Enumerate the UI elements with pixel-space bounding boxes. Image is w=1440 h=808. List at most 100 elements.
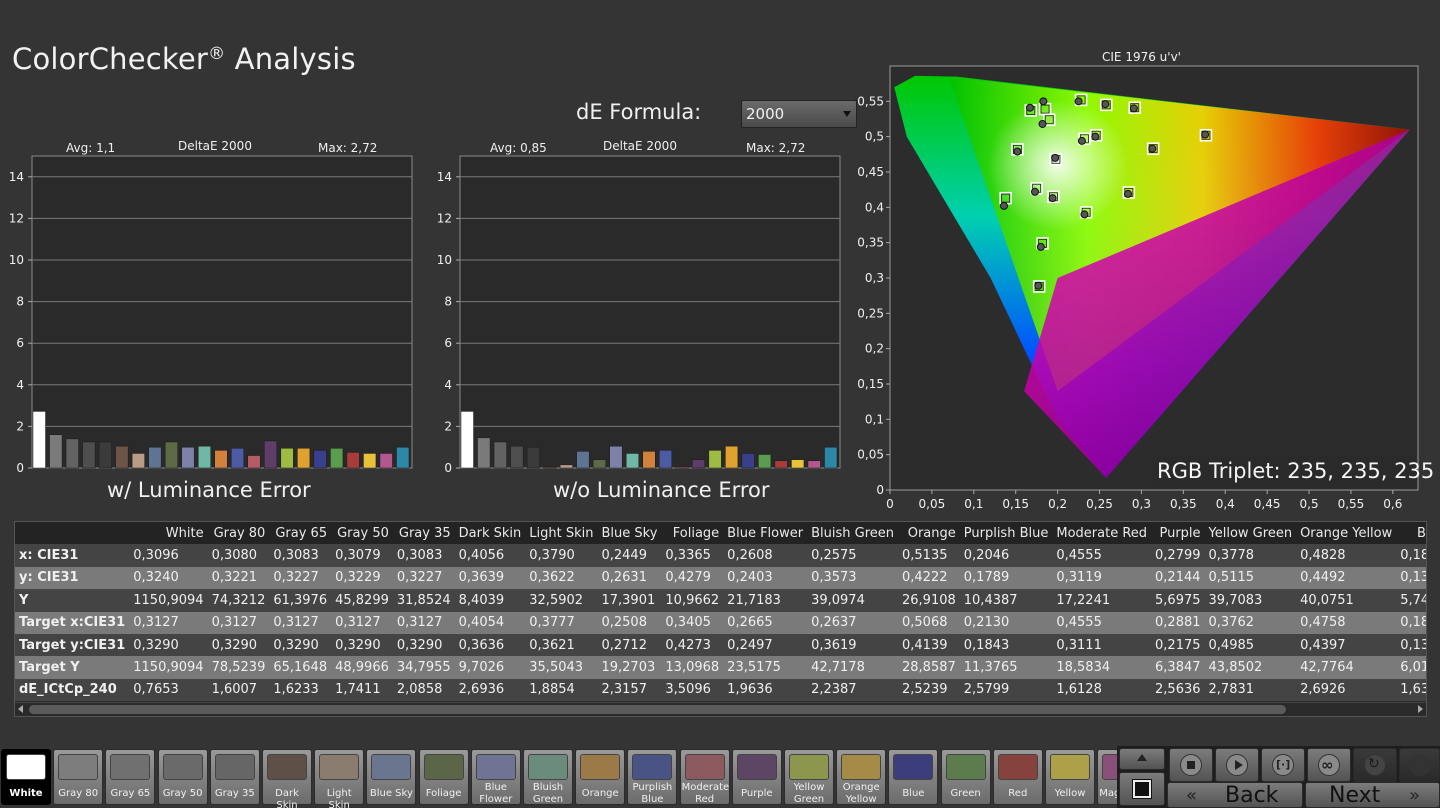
patch-button[interactable]: Gray 65	[105, 749, 156, 805]
patch-button[interactable]: Blue Flower	[470, 749, 521, 805]
column-header[interactable]: Gray 35	[393, 522, 455, 544]
table-cell: 23,5175	[727, 660, 781, 676]
table-cell: 0,4985	[1208, 637, 1255, 653]
column-header[interactable]: Blue	[1396, 522, 1426, 544]
patch-button[interactable]: Red	[992, 749, 1043, 805]
column-header[interactable]: Gray 50	[331, 522, 393, 544]
column-header[interactable]: Light Skin	[525, 522, 597, 544]
horizontal-scrollbar[interactable]	[15, 702, 1426, 716]
column-header[interactable]: Purple	[1151, 522, 1205, 544]
table-cell: 6,3847	[1155, 660, 1201, 676]
table-cell: 0,3096	[133, 548, 179, 564]
patch-swatch	[267, 754, 307, 780]
back-button[interactable]: « Back	[1167, 782, 1303, 808]
patch-button[interactable]: Orange Yellow	[836, 749, 887, 805]
read-button[interactable]: [·]	[1261, 748, 1305, 782]
table-cell: 0,5135	[902, 548, 948, 564]
patch-button[interactable]: Purple	[731, 749, 782, 805]
table-row: Target x:CIE31 0,3127 0,3127 0,3127 0,3127 0,…	[15, 611, 1426, 634]
bar	[493, 441, 507, 469]
measured-point	[1034, 281, 1043, 290]
column-header[interactable]: Blue Flower	[723, 522, 807, 544]
bar	[82, 441, 96, 469]
stop-measure-button[interactable]	[1169, 748, 1213, 782]
patch-button[interactable]: Dark Skin	[262, 749, 312, 808]
extra-circle-icon	[1408, 754, 1431, 776]
y-tick-label: 0,4	[865, 200, 884, 214]
table-cell: 1,9636	[727, 682, 773, 698]
column-header[interactable]: Yellow Green	[1205, 522, 1297, 544]
patch-swatch	[893, 754, 934, 780]
patch-button[interactable]: Orange	[575, 749, 626, 805]
patch-button[interactable]: Blue	[888, 749, 939, 805]
table-cell: 1,6128	[1056, 682, 1102, 698]
table-cell: 0,1838	[1400, 548, 1426, 564]
patch-button[interactable]: Mag	[1097, 749, 1120, 805]
table-cell: 45,8299	[335, 592, 389, 608]
patch-button[interactable]: Gray 35	[209, 749, 260, 805]
patch-button[interactable]: Yellow Green	[784, 749, 834, 805]
patch-button[interactable]: Yellow	[1045, 749, 1095, 805]
table-cell: 0,4758	[1300, 615, 1346, 631]
scroll-left-icon[interactable]	[18, 705, 23, 713]
column-header[interactable]: Foliage	[661, 522, 723, 544]
patch-swatch	[528, 754, 568, 780]
scrollbar-thumb[interactable]	[29, 705, 1286, 714]
refresh-button[interactable]: ↻	[1353, 748, 1397, 782]
table-cell: 28,8587	[902, 660, 956, 676]
column-header[interactable]: Bluish Green	[807, 522, 898, 544]
patch-label: Purplish Blue	[632, 782, 673, 805]
table-row: Target y:CIE31 0,3290 0,3290 0,3290 0,3290 0,…	[15, 633, 1426, 657]
y-tick-label: 4	[16, 378, 24, 392]
x-tick-label: 0,4	[1216, 497, 1235, 511]
patch-swatch	[1050, 754, 1090, 780]
table-cell: 0,4139	[902, 637, 948, 653]
column-header[interactable]: Blue Sky	[597, 522, 661, 544]
scroll-right-icon[interactable]	[1418, 705, 1423, 713]
patch-button[interactable]: Bluish Green	[523, 749, 573, 805]
stop-icon	[1132, 779, 1152, 799]
table-cell: 42,7764	[1300, 660, 1354, 676]
table-cell: 0,2449	[601, 548, 647, 564]
plot-frame	[459, 155, 841, 469]
column-header[interactable]: Moderate Red	[1052, 522, 1151, 544]
continuous-button[interactable]: ∞	[1307, 748, 1351, 782]
bar	[642, 451, 656, 469]
bar	[791, 459, 805, 469]
play-button[interactable]	[1215, 748, 1259, 782]
column-header[interactable]: White	[129, 522, 207, 544]
column-header[interactable]: Purplish Blue	[960, 522, 1053, 544]
colorchecker-window: ColorChecker® Analysis dE Formula: 2000 …	[0, 0, 1440, 808]
bar	[576, 451, 590, 469]
column-header[interactable]: Gray 65	[269, 522, 331, 544]
column-header[interactable]: Orange Yellow	[1296, 522, 1396, 544]
row-header-spacer	[15, 522, 129, 544]
column-header[interactable]: Dark Skin	[455, 522, 526, 544]
stop-button[interactable]	[1119, 772, 1165, 806]
table-cell: 0,2403	[727, 570, 773, 586]
scroll-up-button[interactable]	[1119, 748, 1165, 770]
patch-button[interactable]: Foliage	[418, 749, 469, 805]
patch-button[interactable]: Blue Sky	[366, 749, 417, 805]
patch-button[interactable]: Gray 80	[53, 749, 104, 805]
patch-button[interactable]: Green	[940, 749, 991, 805]
patch-button[interactable]: Moderate Red	[679, 749, 730, 805]
measured-point	[1124, 189, 1133, 198]
next-button[interactable]: Next »	[1305, 782, 1440, 808]
patch-swatch	[789, 754, 829, 780]
table-cell: 0,3636	[458, 637, 505, 653]
column-header[interactable]: Orange	[898, 522, 960, 544]
bar	[396, 446, 410, 469]
extra-button[interactable]	[1399, 748, 1440, 782]
back-label: Back	[1225, 783, 1279, 808]
patch-button[interactable]: White	[1, 749, 51, 805]
table-cell: 9,7026	[458, 660, 505, 676]
de-formula-select[interactable]: 2000	[741, 100, 857, 128]
patch-button[interactable]: Gray 50	[157, 749, 208, 805]
patch-button[interactable]: Light Skin	[314, 749, 365, 808]
table-cell: 0,3229	[335, 570, 381, 586]
patch-button[interactable]: Purplish Blue	[627, 749, 678, 805]
column-header[interactable]: Gray 80	[208, 522, 270, 544]
plot-area: 0 2 4 6 8 10 12 14	[9, 155, 413, 475]
patch-label: Foliage	[425, 788, 462, 799]
